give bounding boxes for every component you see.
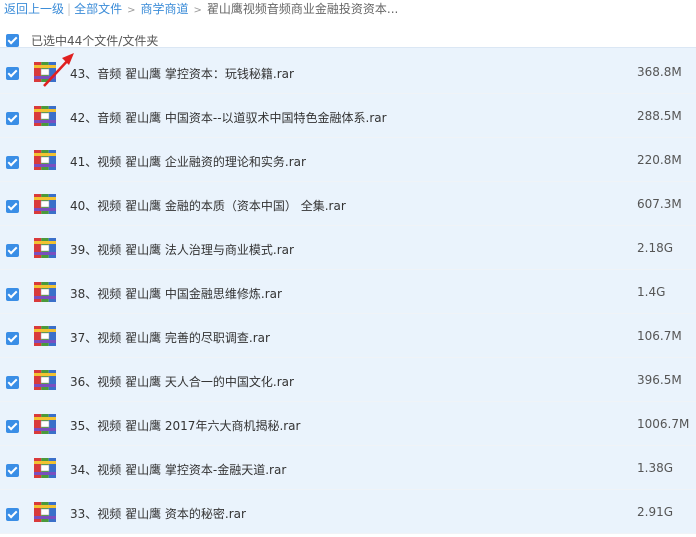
rar-archive-icon — [34, 106, 56, 126]
file-row[interactable]: 37、视频 翟山鹰 完善的尽职调查.rar 106.7M — [0, 314, 696, 358]
file-name[interactable]: 34、视频 翟山鹰 掌控资本-金融天道.rar — [70, 461, 286, 478]
breadcrumb: 返回上一级 | 全部文件 > 商学商道 > 翟山鹰视频音频商业金融投资资本... — [0, 0, 696, 18]
file-row[interactable]: 33、视频 翟山鹰 资本的秘密.rar 2.91G — [0, 490, 696, 534]
file-size: 396.5M — [637, 373, 682, 387]
rar-archive-icon — [34, 194, 56, 214]
file-row[interactable]: 34、视频 翟山鹰 掌控资本-金融天道.rar 1.38G — [0, 446, 696, 490]
row-checkbox-icon[interactable] — [6, 508, 19, 521]
file-size: 607.3M — [637, 197, 682, 211]
file-row[interactable]: 40、视频 翟山鹰 金融的本质（资本中国） 全集.rar 607.3M — [0, 182, 696, 226]
breadcrumb-all-files[interactable]: 全部文件 — [74, 2, 122, 16]
file-name[interactable]: 37、视频 翟山鹰 完善的尽职调查.rar — [70, 329, 270, 346]
row-checkbox-icon[interactable] — [6, 332, 19, 345]
file-row[interactable]: 38、视频 翟山鹰 中国金融思维修炼.rar 1.4G — [0, 270, 696, 314]
file-size: 2.91G — [637, 505, 674, 519]
file-size: 1.38G — [637, 461, 674, 475]
rar-archive-icon — [34, 502, 56, 522]
file-size: 288.5M — [637, 109, 682, 123]
breadcrumb-arrow: > — [193, 5, 202, 16]
row-checkbox-icon[interactable] — [6, 156, 19, 169]
file-row[interactable]: 42、音频 翟山鹰 中国资本--以道驭术中国特色金融体系.rar 288.5M — [0, 94, 696, 138]
file-name[interactable]: 41、视频 翟山鹰 企业融资的理论和实务.rar — [70, 153, 306, 170]
file-row[interactable]: 43、音频 翟山鹰 掌控资本：玩钱秘籍.rar 368.8M — [0, 47, 696, 94]
row-checkbox-icon[interactable] — [6, 244, 19, 257]
file-size: 368.8M — [637, 65, 682, 79]
file-name[interactable]: 35、视频 翟山鹰 2017年六大商机揭秘.rar — [70, 417, 300, 434]
file-size: 1.4G — [637, 285, 666, 299]
file-row[interactable]: 39、视频 翟山鹰 法人治理与商业模式.rar 2.18G — [0, 226, 696, 270]
file-name[interactable]: 36、视频 翟山鹰 天人合一的中国文化.rar — [70, 373, 294, 390]
rar-archive-icon — [34, 414, 56, 434]
file-name[interactable]: 40、视频 翟山鹰 金融的本质（资本中国） 全集.rar — [70, 197, 346, 214]
file-size: 106.7M — [637, 329, 682, 343]
file-list: 43、音频 翟山鹰 掌控资本：玩钱秘籍.rar 368.8M 42、音频 翟山鹰… — [0, 47, 696, 534]
row-checkbox-icon[interactable] — [6, 200, 19, 213]
file-row[interactable]: 41、视频 翟山鹰 企业融资的理论和实务.rar 220.8M — [0, 138, 696, 182]
row-checkbox-icon[interactable] — [6, 112, 19, 125]
row-checkbox-icon[interactable] — [6, 67, 19, 80]
rar-archive-icon — [34, 458, 56, 478]
select-all-checkbox-icon[interactable] — [6, 34, 19, 47]
file-size: 2.18G — [637, 241, 674, 255]
file-name[interactable]: 39、视频 翟山鹰 法人治理与商业模式.rar — [70, 241, 294, 258]
file-row[interactable]: 35、视频 翟山鹰 2017年六大商机揭秘.rar 1006.7M — [0, 402, 696, 446]
rar-archive-icon — [34, 370, 56, 390]
rar-archive-icon — [34, 62, 56, 82]
breadcrumb-arrow: > — [127, 5, 136, 16]
row-checkbox-icon[interactable] — [6, 288, 19, 301]
row-checkbox-icon[interactable] — [6, 376, 19, 389]
file-name[interactable]: 38、视频 翟山鹰 中国金融思维修炼.rar — [70, 285, 282, 302]
file-row[interactable]: 36、视频 翟山鹰 天人合一的中国文化.rar 396.5M — [0, 358, 696, 402]
row-checkbox-icon[interactable] — [6, 464, 19, 477]
rar-archive-icon — [34, 282, 56, 302]
file-name[interactable]: 43、音频 翟山鹰 掌控资本：玩钱秘籍.rar — [70, 65, 294, 82]
back-link[interactable]: 返回上一级 — [4, 2, 64, 16]
row-checkbox-icon[interactable] — [6, 420, 19, 433]
file-size: 220.8M — [637, 153, 682, 167]
file-size: 1006.7M — [637, 417, 690, 431]
breadcrumb-business-folder[interactable]: 商学商道 — [140, 2, 188, 16]
breadcrumb-current-folder: 翟山鹰视频音频商业金融投资资本... — [206, 2, 399, 16]
rar-archive-icon — [34, 238, 56, 258]
file-name[interactable]: 42、音频 翟山鹰 中国资本--以道驭术中国特色金融体系.rar — [70, 109, 387, 126]
breadcrumb-separator: | — [67, 2, 72, 16]
rar-archive-icon — [34, 326, 56, 346]
rar-archive-icon — [34, 150, 56, 170]
file-name[interactable]: 33、视频 翟山鹰 资本的秘密.rar — [70, 505, 246, 522]
